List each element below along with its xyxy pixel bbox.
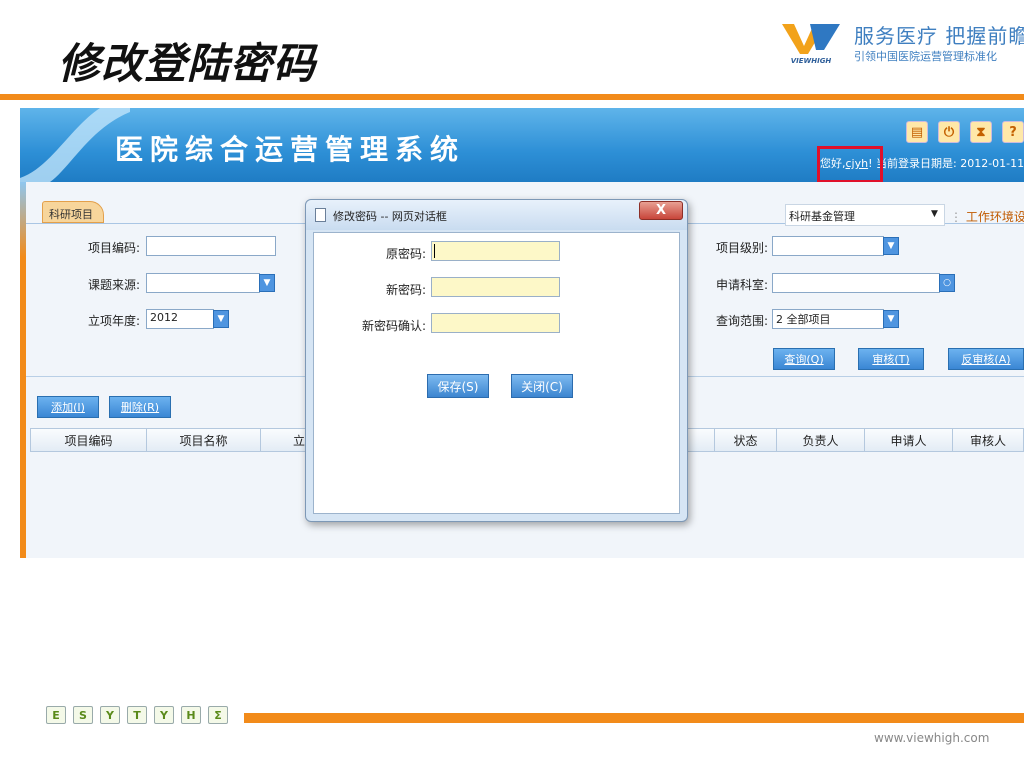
footer-url: www.viewhigh.com bbox=[874, 731, 990, 745]
header-wave-decoration bbox=[20, 108, 130, 182]
highlight-box bbox=[817, 146, 883, 183]
col-project-name[interactable]: 项目名称 bbox=[147, 429, 261, 451]
unaudit-button[interactable]: 反审核(A) bbox=[948, 348, 1024, 370]
dept-search-icon[interactable]: ○ bbox=[939, 274, 955, 292]
new-password-label: 新密码: bbox=[385, 283, 426, 297]
scope-value: 2 全部项目 bbox=[776, 313, 831, 326]
help-icon[interactable]: ? bbox=[1002, 121, 1024, 143]
add-button[interactable]: 添加(I) bbox=[37, 396, 99, 418]
slide-title: 修改登陆密码 bbox=[58, 39, 317, 88]
col-status[interactable]: 状态 bbox=[715, 429, 777, 451]
level-label: 项目级别: bbox=[715, 241, 768, 255]
company-logo: VIEWHIGH 服务医疗 把握前瞻 引领中国医院运营管理标准化 bbox=[780, 18, 1024, 72]
year-select[interactable]: 2012 bbox=[146, 309, 214, 329]
col-auditor[interactable]: 审核人 bbox=[953, 429, 1023, 451]
year-label: 立项年度: bbox=[87, 314, 140, 328]
scope-dropdown-icon[interactable]: ▼ bbox=[883, 310, 899, 328]
logo-subtitle: 引领中国医院运营管理标准化 bbox=[854, 50, 997, 63]
text-cursor bbox=[434, 244, 435, 258]
footer-icon-strip: E S Y T Y H Σ bbox=[46, 706, 228, 724]
module-select-value: 科研基金管理 bbox=[789, 210, 855, 223]
close-button[interactable]: 关闭(C) bbox=[511, 374, 573, 398]
topic-source-select[interactable] bbox=[146, 273, 260, 293]
footer-icon-1: E bbox=[46, 706, 66, 724]
close-icon[interactable]: X bbox=[639, 201, 683, 220]
col-owner[interactable]: 负责人 bbox=[777, 429, 865, 451]
dept-input[interactable] bbox=[772, 273, 940, 293]
bottom-divider bbox=[244, 713, 1024, 723]
viewhigh-logo-icon: VIEWHIGH bbox=[782, 24, 840, 65]
dialog-content: 原密码: 新密码: 新密码确认: 保存(S) 关闭(C) bbox=[313, 232, 680, 514]
tab-research-project[interactable]: 科研项目 bbox=[42, 201, 104, 223]
work-env-link[interactable]: ⋮ 工作环境设置 bbox=[950, 208, 1024, 225]
footer-icon-2: S bbox=[73, 706, 93, 724]
topic-source-dropdown-icon[interactable]: ▼ bbox=[259, 274, 275, 292]
logo-slogan: 服务医疗 把握前瞻 bbox=[854, 24, 1024, 48]
footer-icon-3: Y bbox=[100, 706, 120, 724]
col-project-code[interactable]: 项目编码 bbox=[31, 429, 147, 451]
year-dropdown-icon[interactable]: ▼ bbox=[213, 310, 229, 328]
app-header: 医院综合运营管理系统 ▤ ⏻ ⧗ ? 您好,cjyh! 当前登录日期是: 201… bbox=[20, 108, 1024, 183]
project-code-label: 项目编码: bbox=[87, 241, 140, 255]
dialog-titlebar[interactable]: 修改密码 -- 网页对话框 X bbox=[306, 200, 687, 230]
footer-icon-7: Σ bbox=[208, 706, 228, 724]
dialog-title: 修改密码 -- 网页对话框 bbox=[333, 210, 447, 223]
scope-select[interactable]: 2 全部项目 bbox=[772, 309, 884, 329]
audit-button[interactable]: 审核(T) bbox=[858, 348, 924, 370]
old-password-input[interactable] bbox=[431, 241, 560, 261]
delete-button[interactable]: 删除(R) bbox=[109, 396, 171, 418]
login-date: 当前登录日期是: 2012-01-11 bbox=[876, 157, 1024, 170]
change-password-dialog: 修改密码 -- 网页对话框 X 原密码: 新密码: 新密码确认: 保存(S) 关… bbox=[305, 199, 688, 522]
query-button[interactable]: 查询(Q) bbox=[773, 348, 835, 370]
scope-label: 查询范围: bbox=[715, 314, 768, 328]
footer-icon-6: H bbox=[181, 706, 201, 724]
new-password-input[interactable] bbox=[431, 277, 560, 297]
app-title: 医院综合运营管理系统 bbox=[115, 133, 466, 166]
chevron-down-icon: ▼ bbox=[931, 209, 938, 219]
footer-icon-5: Y bbox=[154, 706, 174, 724]
logo-wordmark: VIEWHIGH bbox=[791, 57, 832, 65]
col-applicant[interactable]: 申请人 bbox=[865, 429, 953, 451]
hourglass-icon[interactable]: ⧗ bbox=[970, 121, 992, 143]
confirm-password-input[interactable] bbox=[431, 313, 560, 333]
level-select[interactable] bbox=[772, 236, 884, 256]
topic-source-label: 课题来源: bbox=[87, 278, 140, 292]
old-password-label: 原密码: bbox=[385, 247, 426, 261]
year-value: 2012 bbox=[150, 311, 178, 324]
monitor-icon[interactable]: ▤ bbox=[906, 121, 928, 143]
footer-icon-4: T bbox=[127, 706, 147, 724]
confirm-password-label: 新密码确认: bbox=[361, 319, 426, 333]
work-env-label: 工作环境设置 bbox=[965, 210, 1024, 224]
module-select[interactable]: 科研基金管理 bbox=[785, 204, 945, 226]
project-code-input[interactable] bbox=[146, 236, 276, 256]
document-icon bbox=[315, 208, 326, 222]
top-divider bbox=[0, 94, 1024, 100]
save-button[interactable]: 保存(S) bbox=[427, 374, 489, 398]
level-dropdown-icon[interactable]: ▼ bbox=[883, 237, 899, 255]
power-icon[interactable]: ⏻ bbox=[938, 121, 960, 143]
dept-label: 申请科室: bbox=[715, 278, 768, 292]
